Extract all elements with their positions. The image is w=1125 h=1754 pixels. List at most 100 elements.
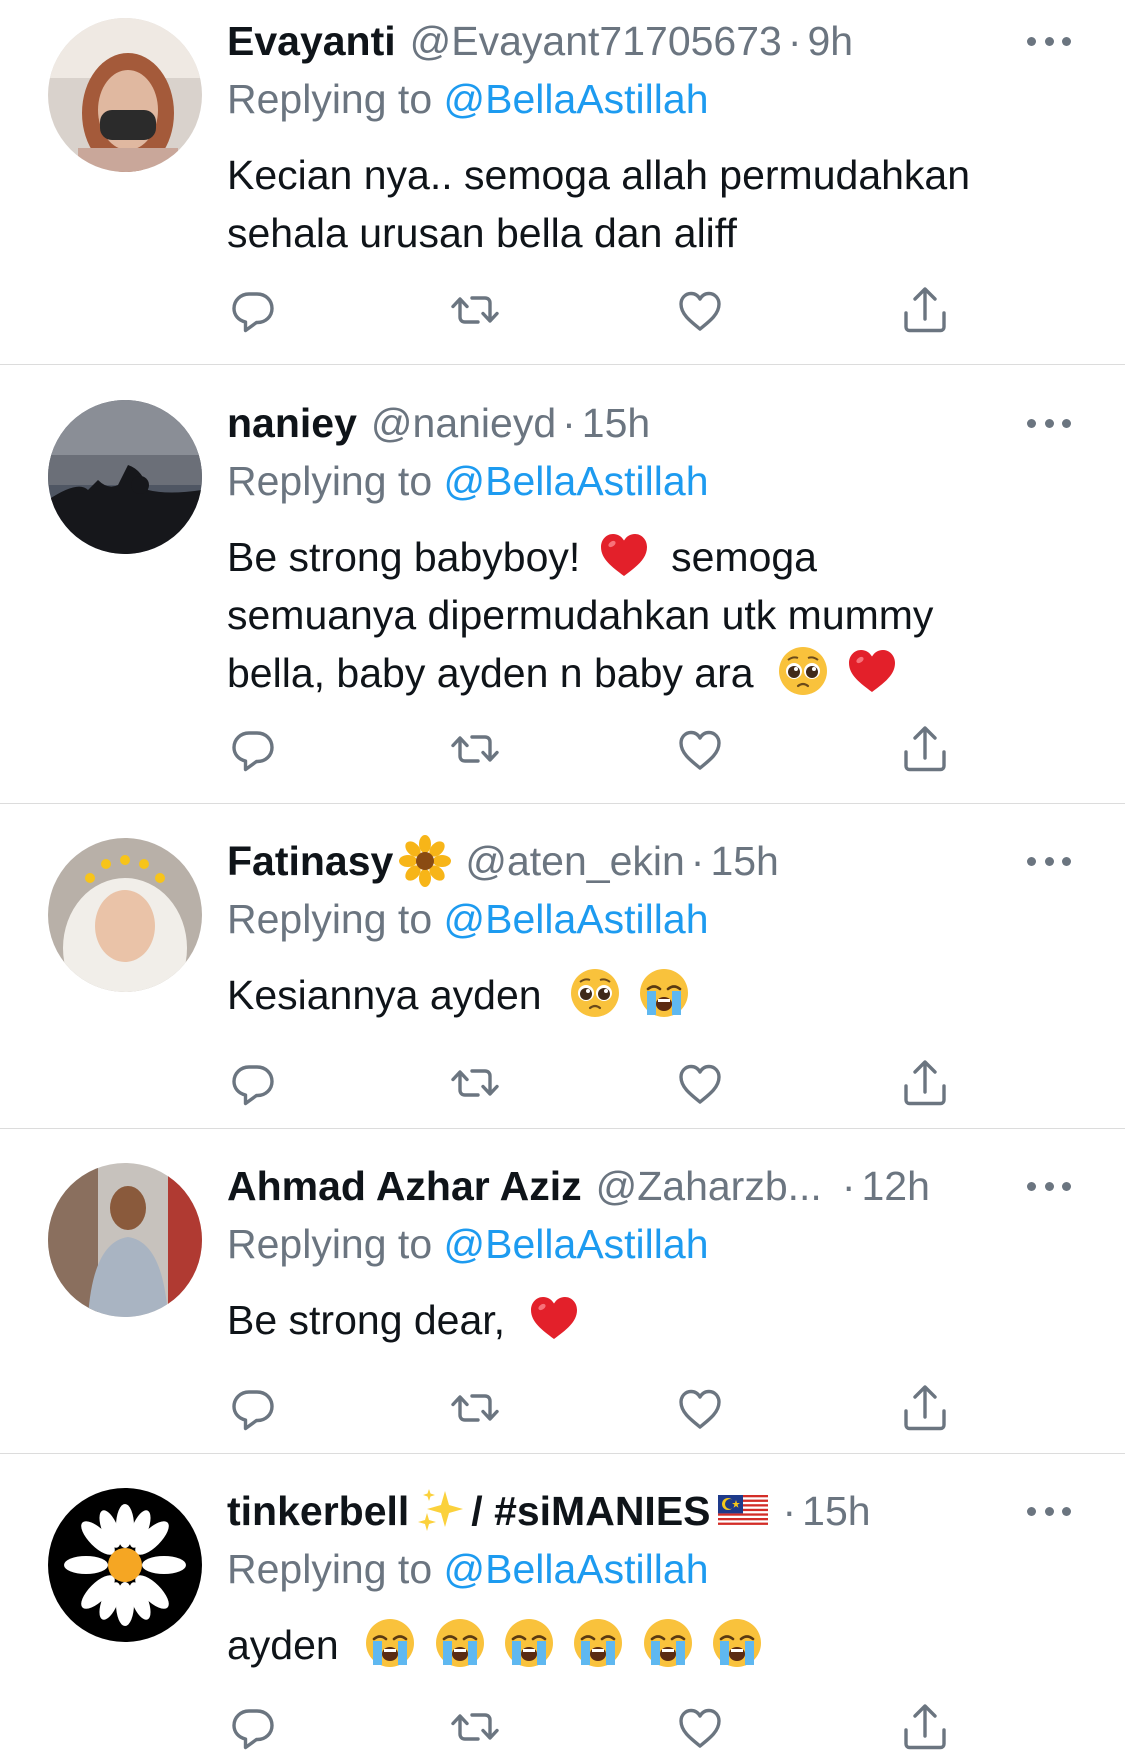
- sparkles-emoji: [415, 1485, 467, 1537]
- mention-link[interactable]: @BellaAstillah: [444, 1546, 709, 1592]
- reply-icon[interactable]: [226, 1700, 280, 1754]
- display-name[interactable]: tinkerbell: [227, 1488, 409, 1534]
- timestamp[interactable]: 12h: [861, 1163, 929, 1209]
- retweet-icon[interactable]: [448, 1700, 502, 1754]
- like-icon[interactable]: [673, 1700, 727, 1754]
- like-icon[interactable]: [673, 1381, 727, 1435]
- action-bar: [0, 1700, 1125, 1754]
- avatar[interactable]: [48, 838, 202, 992]
- pleading-face-emoji: [569, 967, 621, 1019]
- text-line: bella, baby ayden n baby ara: [227, 644, 1077, 702]
- display-name[interactable]: Ahmad Azhar Aziz: [227, 1163, 582, 1209]
- retweet-icon[interactable]: [448, 722, 502, 776]
- display-name[interactable]: Fatinasy: [227, 838, 393, 884]
- like-icon[interactable]: [673, 722, 727, 776]
- display-name[interactable]: Evayanti: [227, 18, 396, 64]
- reply-icon[interactable]: [226, 722, 280, 776]
- mention-link[interactable]: @BellaAstillah: [444, 1221, 709, 1267]
- share-icon[interactable]: [898, 1381, 952, 1435]
- like-icon[interactable]: [673, 1056, 727, 1110]
- avatar[interactable]: [48, 1488, 202, 1642]
- tweet-header: tinkerbell / #siMANIES · 15h: [227, 1488, 1075, 1534]
- text-line: Be strong babyboy! semoga: [227, 528, 1077, 586]
- text-segment: bella, baby ayden n baby ara: [227, 650, 754, 696]
- avatar[interactable]: [48, 1163, 202, 1317]
- tweet-text: Kesiannya ayden: [227, 966, 1077, 1024]
- mention-link[interactable]: @BellaAstillah: [444, 458, 709, 504]
- divider: [0, 1453, 1125, 1454]
- separator: ·: [787, 18, 802, 64]
- crying-face-emoji: [503, 1617, 555, 1669]
- user-handle[interactable]: @Evayant71705673: [410, 18, 782, 64]
- crying-face-emoji: [642, 1617, 694, 1669]
- more-icon[interactable]: [1027, 848, 1071, 874]
- malaysia-flag-emoji: [717, 1485, 769, 1537]
- action-bar: [0, 722, 1125, 776]
- share-icon[interactable]: [898, 1056, 952, 1110]
- tweet-text: Be strong dear,: [227, 1291, 1077, 1349]
- tweet-text: Kecian nya.. semoga allah permudahkan se…: [227, 152, 971, 256]
- tweet-header: Fatinasy @aten_ekin · 15h: [227, 838, 1075, 884]
- sunflower-emoji: [399, 835, 451, 887]
- tweet-text: ayden: [227, 1616, 1077, 1674]
- display-name[interactable]: naniey: [227, 400, 357, 446]
- more-icon[interactable]: [1027, 28, 1071, 54]
- timestamp[interactable]: 15h: [802, 1488, 870, 1534]
- crying-face-emoji: [434, 1617, 486, 1669]
- avatar[interactable]: [48, 18, 202, 172]
- timestamp[interactable]: 9h: [808, 18, 854, 64]
- replying-to: Replying to @BellaAstillah: [227, 458, 709, 504]
- timestamp[interactable]: 15h: [710, 838, 778, 884]
- tweet-header: Ahmad Azhar Aziz @Zaharzb... · 12h: [227, 1163, 1075, 1209]
- reply-icon[interactable]: [226, 283, 280, 337]
- tweet-text: Be strong babyboy! semoga semuanya diper…: [227, 528, 1077, 702]
- replying-to: Replying to @BellaAstillah: [227, 896, 709, 942]
- action-bar: [0, 1381, 1125, 1435]
- text-segment: Kesiannya ayden: [227, 972, 542, 1018]
- user-handle[interactable]: @nanieyd: [371, 400, 556, 446]
- timestamp[interactable]: 15h: [582, 400, 650, 446]
- reply-icon[interactable]: [226, 1381, 280, 1435]
- text-segment: ayden: [227, 1622, 339, 1668]
- more-icon[interactable]: [1027, 1498, 1071, 1524]
- text-segment: Be strong babyboy!: [227, 534, 581, 580]
- action-bar: [0, 1056, 1125, 1110]
- separator: ·: [782, 1488, 797, 1534]
- user-handle[interactable]: @Zaharzb...: [596, 1163, 822, 1209]
- mention-link[interactable]: @BellaAstillah: [444, 896, 709, 942]
- avatar[interactable]: [48, 400, 202, 554]
- replying-label: Replying to: [227, 1221, 433, 1267]
- user-handle[interactable]: @aten_ekin: [465, 838, 684, 884]
- replying-label: Replying to: [227, 896, 433, 942]
- mention-link[interactable]: @BellaAstillah: [444, 76, 709, 122]
- crying-face-emoji: [638, 967, 690, 1019]
- retweet-icon[interactable]: [448, 283, 502, 337]
- replying-to: Replying to @BellaAstillah: [227, 76, 709, 122]
- crying-face-emoji: [711, 1617, 763, 1669]
- share-icon[interactable]: [898, 1700, 952, 1754]
- replying-to: Replying to @BellaAstillah: [227, 1546, 709, 1592]
- text-line: semuanya dipermudahkan utk mummy: [227, 592, 934, 638]
- text-segment: semoga: [671, 534, 817, 580]
- reply-icon[interactable]: [226, 1056, 280, 1110]
- retweet-icon[interactable]: [448, 1381, 502, 1435]
- divider: [0, 1128, 1125, 1129]
- replying-to: Replying to @BellaAstillah: [227, 1221, 709, 1267]
- crying-face-emoji: [364, 1617, 416, 1669]
- display-name-suffix: / #siMANIES: [471, 1488, 711, 1534]
- text-segment: Be strong dear,: [227, 1297, 506, 1343]
- share-icon[interactable]: [898, 722, 952, 776]
- action-bar: [0, 283, 1125, 337]
- more-icon[interactable]: [1027, 410, 1071, 436]
- share-icon[interactable]: [898, 283, 952, 337]
- divider: [0, 364, 1125, 365]
- separator: ·: [562, 400, 576, 446]
- heart-emoji: [528, 1292, 580, 1344]
- retweet-icon[interactable]: [448, 1056, 502, 1110]
- more-icon[interactable]: [1027, 1173, 1071, 1199]
- tweet-header: Evayanti @Evayant71705673 · 9h: [227, 18, 1075, 64]
- replying-label: Replying to: [227, 1546, 433, 1592]
- separator: ·: [690, 838, 705, 884]
- heart-emoji: [598, 529, 650, 581]
- like-icon[interactable]: [673, 283, 727, 337]
